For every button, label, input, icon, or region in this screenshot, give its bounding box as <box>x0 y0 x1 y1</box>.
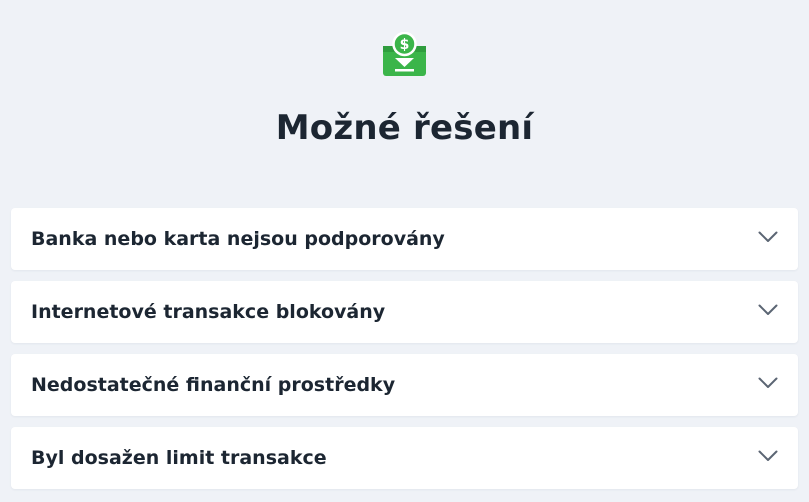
chevron-down-icon[interactable] <box>758 376 778 390</box>
accordion-item-bank-not-supported[interactable]: Banka nebo karta nejsou podporovány <box>11 208 798 270</box>
accordion-item-limit-reached[interactable]: Byl dosažen limit transakce <box>11 427 798 489</box>
page-title: Možné řešení <box>275 108 534 148</box>
header: $ Možné řešení <box>0 0 809 190</box>
chevron-down-icon[interactable] <box>758 303 778 317</box>
solutions-accordion: Banka nebo karta nejsou podporovány Inte… <box>11 208 798 489</box>
chevron-down-icon[interactable] <box>758 449 778 463</box>
accordion-item-label: Nedostatečné finanční prostředky <box>31 374 396 396</box>
money-deposit-icon: $ <box>383 32 426 76</box>
svg-text:$: $ <box>400 37 410 53</box>
accordion-item-label: Byl dosažen limit transakce <box>31 447 327 469</box>
accordion-item-label: Internetové transakce blokovány <box>31 301 386 323</box>
chevron-down-icon[interactable] <box>758 230 778 244</box>
accordion-item-internet-blocked[interactable]: Internetové transakce blokovány <box>11 281 798 343</box>
accordion-item-insufficient-funds[interactable]: Nedostatečné finanční prostředky <box>11 354 798 416</box>
accordion-item-label: Banka nebo karta nejsou podporovány <box>31 228 445 250</box>
